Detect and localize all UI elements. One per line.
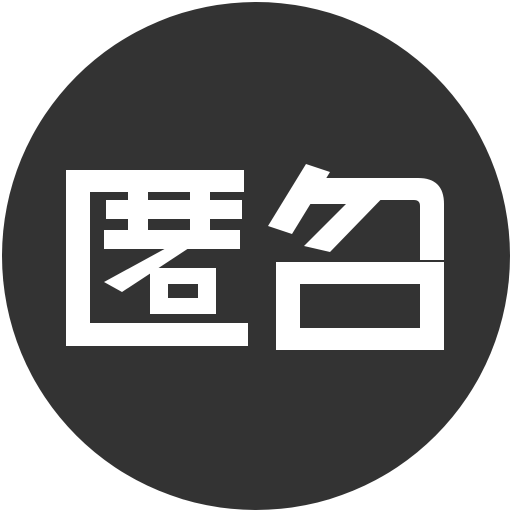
icon-canvas: 匿名: [0, 0, 512, 512]
anonymous-badge-icon: [2, 2, 510, 510]
